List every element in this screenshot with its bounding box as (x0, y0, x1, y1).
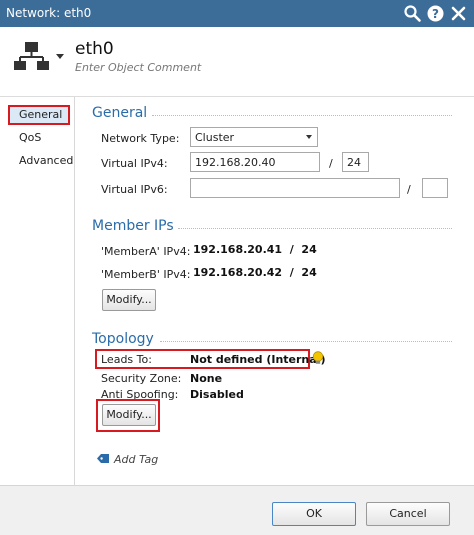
ipv6-mask-separator: / (407, 183, 411, 196)
leads-to-label: Leads To: (101, 353, 152, 366)
member-b-ip: 192.168.20.42 / 24 (193, 266, 317, 279)
virtual-ipv4-label: Virtual IPv4: (101, 157, 168, 170)
chevron-down-icon[interactable] (56, 50, 64, 59)
virtual-ipv6-mask-input[interactable] (422, 178, 448, 198)
security-zone-value: None (190, 372, 223, 385)
section-title-general: General (92, 105, 148, 121)
virtual-ipv4-mask-input[interactable] (342, 152, 369, 172)
chevron-down-icon (306, 135, 312, 139)
topology-modify-button[interactable]: Modify... (102, 404, 156, 426)
dialog-footer: OK Cancel (0, 485, 474, 535)
sidebar-item-general[interactable]: General (8, 105, 70, 125)
ipv4-mask-separator: / (329, 157, 333, 170)
lightbulb-icon[interactable] (312, 351, 324, 365)
network-icon[interactable] (14, 40, 50, 72)
tag-icon[interactable] (97, 453, 110, 464)
title-bar: Network: eth0 ? (0, 0, 474, 27)
add-tag-link[interactable]: Add Tag (114, 453, 158, 466)
security-zone-label: Security Zone: (101, 372, 182, 385)
member-a-ip: 192.168.20.41 / 24 (193, 243, 317, 256)
close-icon[interactable] (449, 4, 468, 23)
help-icon[interactable]: ? (426, 4, 445, 23)
virtual-ipv6-input[interactable] (190, 178, 400, 198)
anti-spoofing-value: Disabled (190, 388, 244, 401)
network-type-value: Cluster (195, 131, 235, 144)
network-type-select[interactable]: Cluster (190, 127, 318, 147)
member-b-label: 'MemberB' IPv4: (101, 268, 191, 281)
leads-to-value: Not defined (Internal) (190, 353, 326, 366)
search-icon[interactable] (403, 4, 422, 23)
section-title-topology: Topology (92, 331, 154, 347)
object-name[interactable]: eth0 (75, 39, 114, 59)
section-divider (160, 341, 452, 342)
object-comment-field[interactable]: Enter Object Comment (75, 61, 201, 74)
virtual-ipv6-label: Virtual IPv6: (101, 183, 168, 196)
cancel-button[interactable]: Cancel (366, 502, 450, 526)
window-title: Network: eth0 (6, 6, 92, 20)
member-ips-modify-button[interactable]: Modify... (102, 289, 156, 311)
ok-button[interactable]: OK (272, 502, 356, 526)
section-title-member-ips: Member IPs (92, 218, 174, 234)
member-a-label: 'MemberA' IPv4: (101, 245, 191, 258)
network-type-label: Network Type: (101, 132, 180, 145)
object-header: eth0 Enter Object Comment (0, 27, 474, 97)
section-divider (152, 115, 452, 116)
virtual-ipv4-input[interactable] (190, 152, 320, 172)
svg-text:?: ? (432, 7, 439, 21)
sidebar-item-qos[interactable]: QoS (8, 128, 70, 148)
sidebar-item-advanced[interactable]: Advanced (8, 151, 73, 171)
sidebar: General QoS Advanced (0, 97, 75, 485)
section-divider (178, 228, 452, 229)
